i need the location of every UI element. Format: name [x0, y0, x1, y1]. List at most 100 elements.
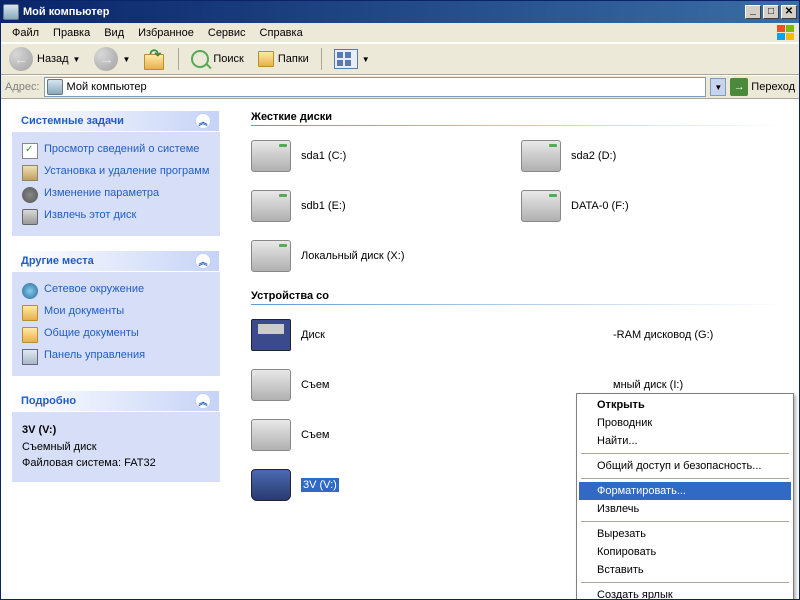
- details-fs: Файловая система: FAT32: [22, 455, 210, 472]
- drive-v[interactable]: 3V (V:): [251, 469, 461, 501]
- forward-button[interactable]: → ▼: [90, 45, 134, 73]
- address-dropdown[interactable]: ▼: [710, 78, 726, 96]
- task-change-setting[interactable]: Изменение параметра: [22, 184, 210, 206]
- close-button[interactable]: ✕: [781, 5, 797, 19]
- explorer-window: Мой компьютер _ □ ✕ Файл Правка Вид Избр…: [0, 0, 800, 600]
- panel-header[interactable]: Другие места ︽: [12, 250, 220, 272]
- go-button[interactable]: → Переход: [730, 78, 795, 96]
- separator: [581, 478, 789, 479]
- ctx-sharing[interactable]: Общий доступ и безопасность...: [579, 457, 791, 475]
- content-area: Системные задачи ︽ Просмотр сведений о с…: [1, 99, 799, 599]
- titlebar[interactable]: Мой компьютер _ □ ✕: [1, 1, 799, 23]
- folders-button[interactable]: Папки: [254, 49, 313, 69]
- address-bar: Адрес: Мой компьютер ▼ → Переход: [1, 75, 799, 99]
- place-shareddocs[interactable]: Общие документы: [22, 324, 210, 346]
- menu-file[interactable]: Файл: [5, 25, 46, 41]
- drive-label: sda2 (D:): [571, 150, 616, 162]
- drive-d[interactable]: sda2 (D:): [521, 140, 731, 172]
- go-arrow-icon: →: [730, 78, 748, 96]
- place-label: Сетевое окружение: [44, 283, 144, 295]
- separator: [581, 582, 789, 583]
- separator: [581, 453, 789, 454]
- panel-header[interactable]: Системные задачи ︽: [12, 110, 220, 132]
- menu-edit[interactable]: Правка: [46, 25, 97, 41]
- ctx-eject[interactable]: Извлечь: [579, 500, 791, 518]
- address-input[interactable]: Мой компьютер: [44, 77, 707, 97]
- panel-header[interactable]: Подробно ︽: [12, 390, 220, 412]
- task-add-remove[interactable]: Установка и удаление программ: [22, 162, 210, 184]
- details-type: Съемный диск: [22, 439, 210, 456]
- place-controlpanel[interactable]: Панель управления: [22, 346, 210, 368]
- minimize-button[interactable]: _: [745, 5, 761, 19]
- computer-icon: [3, 4, 19, 20]
- views-button[interactable]: ▼: [330, 47, 374, 71]
- back-icon: ←: [9, 47, 33, 71]
- removable-drive-icon: [251, 469, 291, 501]
- place-label: Общие документы: [44, 327, 139, 339]
- menu-favorites[interactable]: Избранное: [131, 25, 201, 41]
- hdd-icon: [251, 140, 291, 172]
- search-button[interactable]: Поиск: [187, 48, 247, 70]
- ctx-copy[interactable]: Копировать: [579, 543, 791, 561]
- menu-help[interactable]: Справка: [253, 25, 310, 41]
- drive-f[interactable]: DATA-0 (F:): [521, 190, 731, 222]
- ctx-open[interactable]: Открыть: [579, 396, 791, 414]
- drive-label: мный диск (I:): [613, 379, 683, 391]
- search-label: Поиск: [213, 53, 243, 65]
- section-removable: Устройства со: [251, 290, 787, 302]
- drive-e[interactable]: sdb1 (E:): [251, 190, 461, 222]
- task-label: Изменение параметра: [44, 187, 159, 199]
- menu-view[interactable]: Вид: [97, 25, 131, 41]
- ctx-shortcut[interactable]: Создать ярлык: [579, 586, 791, 599]
- task-eject[interactable]: Извлечь этот диск: [22, 206, 210, 228]
- folder-icon: [22, 305, 38, 321]
- collapse-icon[interactable]: ︽: [195, 393, 211, 409]
- task-label: Извлечь этот диск: [44, 209, 136, 221]
- drive-x[interactable]: Локальный диск (X:): [251, 240, 461, 272]
- collapse-icon[interactable]: ︽: [195, 113, 211, 129]
- drive-label: sda1 (C:): [301, 150, 346, 162]
- place-network[interactable]: Сетевое окружение: [22, 280, 210, 302]
- ctx-paste[interactable]: Вставить: [579, 561, 791, 579]
- go-label: Переход: [751, 81, 795, 93]
- section-rule: [251, 125, 787, 126]
- ctx-cut[interactable]: Вырезать: [579, 525, 791, 543]
- place-mydocs[interactable]: Мои документы: [22, 302, 210, 324]
- info-icon: [22, 143, 38, 159]
- drive-remov-2[interactable]: Съем: [251, 419, 461, 451]
- main-view[interactable]: Жесткие диски sda1 (C:) sda2 (D:) sdb1 (…: [231, 99, 799, 599]
- chevron-down-icon[interactable]: ▼: [122, 55, 130, 64]
- search-icon: [191, 50, 209, 68]
- hdd-icon: [521, 140, 561, 172]
- drive-dvd[interactable]: -RAM дисковод (G:): [563, 319, 773, 351]
- folder-up-icon: ↷: [144, 48, 166, 70]
- toolbar: ← Назад ▼ → ▼ ↷ Поиск Папки ▼: [1, 43, 799, 75]
- system-tasks-panel: Системные задачи ︽ Просмотр сведений о с…: [11, 109, 221, 237]
- other-places-panel: Другие места ︽ Сетевое окружение Мои док…: [11, 249, 221, 377]
- panel-title: Подробно: [21, 395, 76, 407]
- back-button[interactable]: ← Назад ▼: [5, 45, 84, 73]
- task-system-info[interactable]: Просмотр сведений о системе: [22, 140, 210, 162]
- drive-label: Диск: [301, 329, 325, 341]
- chevron-down-icon[interactable]: ▼: [73, 55, 81, 64]
- drive-remov-1[interactable]: Съем: [251, 369, 461, 401]
- drive-c[interactable]: sda1 (C:): [251, 140, 461, 172]
- ctx-explorer[interactable]: Проводник: [579, 414, 791, 432]
- up-button[interactable]: ↷: [140, 46, 170, 72]
- chevron-down-icon[interactable]: ▼: [362, 55, 370, 64]
- menu-service[interactable]: Сервис: [201, 25, 253, 41]
- place-label: Мои документы: [44, 305, 124, 317]
- ctx-find[interactable]: Найти...: [579, 432, 791, 450]
- views-icon: [334, 49, 358, 69]
- collapse-icon[interactable]: ︽: [195, 253, 211, 269]
- context-menu: Открыть Проводник Найти... Общий доступ …: [576, 393, 794, 599]
- drive-label: Локальный диск (X:): [301, 250, 405, 262]
- drive-floppy[interactable]: Диск: [251, 319, 461, 351]
- address-value: Мой компьютер: [67, 81, 147, 93]
- ctx-format[interactable]: Форматировать...: [579, 482, 791, 500]
- control-panel-icon: [22, 349, 38, 365]
- maximize-button[interactable]: □: [763, 5, 779, 19]
- removable-icon: [251, 419, 291, 451]
- separator: [178, 48, 179, 70]
- hdd-icon: [521, 190, 561, 222]
